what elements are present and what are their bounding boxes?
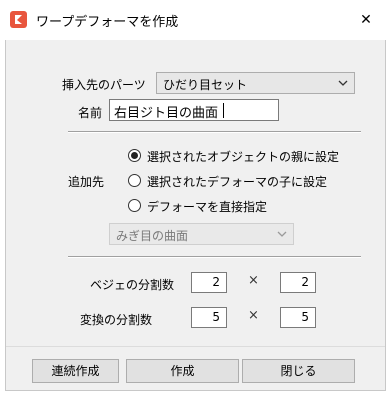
target-deformer-select: みぎ目の曲面 [109,223,294,245]
target-deformer-value: みぎ目の曲面 [116,229,189,243]
window-title: ワープデフォーマを作成 [36,15,179,30]
chevron-down-icon [277,231,287,237]
transform-divisions-x-input[interactable]: 5 [191,307,227,328]
dialog-body: 挿入先のパーツ ひだり目セット 名前 右目ジト目の曲面 追加先 選択されたオブジ… [5,40,386,391]
add-to-label: 追加先 [68,175,105,189]
radio-direct-deformer[interactable] [128,199,141,212]
name-input-value: 右目ジト目の曲面 [114,106,219,121]
bezier-divisions-label: ベジェの分割数 [90,278,175,292]
close-icon: ✕ [360,12,372,28]
bezier-divisions-x-value: 2 [212,275,220,289]
times-icon: × [248,308,259,323]
chevron-down-icon [338,80,348,86]
times-icon: × [248,273,259,288]
radio-child-of-deformer[interactable] [128,174,141,187]
footer-divider [6,346,385,347]
transform-divisions-label: 変換の分割数 [80,313,153,327]
radio-direct-deformer-label[interactable]: デフォーマを直接指定 [147,198,267,215]
bezier-divisions-y-input[interactable]: 2 [280,272,316,293]
insert-parts-label: 挿入先のパーツ [62,78,146,92]
radio-parent-of-object[interactable] [128,149,141,162]
radio-child-of-deformer-label[interactable]: 選択されたデフォーマの子に設定 [147,173,327,190]
name-input[interactable]: 右目ジト目の曲面 [109,99,279,121]
bezier-divisions-x-input[interactable]: 2 [191,272,227,293]
radio-parent-of-object-label[interactable]: 選択されたオブジェクトの親に設定 [147,148,339,165]
title-bar: ワープデフォーマを作成 ✕ [0,0,391,40]
transform-divisions-y-input[interactable]: 5 [280,307,316,328]
radio-selected-dot [131,152,138,159]
separator [68,256,361,258]
create-button[interactable]: 作成 [126,359,239,383]
separator [68,131,361,133]
text-caret [223,103,224,118]
name-label: 名前 [78,106,103,120]
bezier-divisions-y-value: 2 [301,275,309,289]
insert-parts-select[interactable]: ひだり目セット [156,72,355,94]
close-button[interactable]: 閉じる [242,359,355,383]
transform-divisions-x-value: 5 [212,310,220,324]
transform-divisions-y-value: 5 [301,310,309,324]
continuous-create-button[interactable]: 連続作成 [32,359,119,383]
insert-parts-value: ひだり目セット [163,78,248,92]
app-logo-icon [10,11,27,28]
close-window-button[interactable]: ✕ [352,6,380,34]
